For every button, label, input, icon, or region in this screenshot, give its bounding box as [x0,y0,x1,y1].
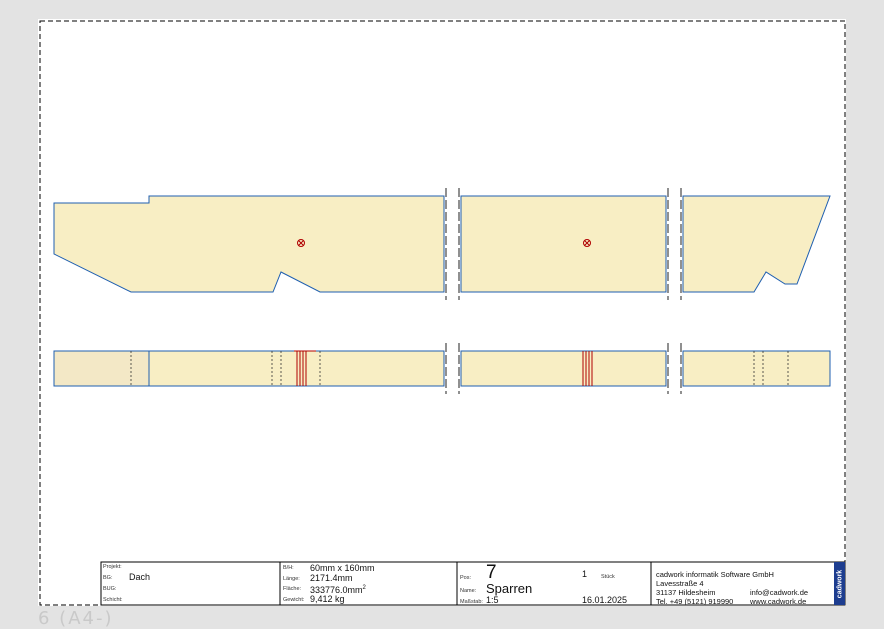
company-phone: Tel. +49 (5121) 919990 [656,597,734,606]
company-name: cadwork informatik Software GmbH [656,570,774,579]
pos-value: 7 [486,562,497,583]
elevation-segment-1 [53,195,445,293]
company-city: 31137 Hildesheim [656,588,716,597]
weight-value: 9,412 kg [310,594,345,604]
project-label: Projekt: [103,564,122,570]
plan-end-zone [53,350,150,387]
pos-label: Pos: [460,575,472,581]
date-value: 16.01.2025 [582,595,628,605]
bug-label: BUG: [103,586,117,592]
plan-segment-3 [682,350,831,387]
count-label: Stück [601,574,615,580]
company-street: Lavesstraße 4 [656,579,704,588]
company-email: info@cadwork.de [750,588,809,597]
area-label: Fläche: [283,586,302,592]
plan-segment-2 [460,350,667,387]
drawing-canvas [38,19,846,606]
count-value: 1 [582,569,588,579]
length-label: Länge: [283,576,300,582]
drawing-sheet: Projekt: BG: Dach BUG: Schicht: B/H: 60m… [0,0,884,629]
weight-label: Gewicht: [283,597,305,603]
rafter-plan-view [53,343,831,394]
elevation-segment-2 [460,195,667,293]
layer-label: Schicht: [103,597,123,603]
name-label: Name: [460,588,477,594]
length-value: 2171.4mm [310,573,353,583]
bg-label: BG: [103,575,113,581]
scale-label: Maßstab: [460,599,483,605]
cadwork-logo: cadwork [834,562,845,605]
part-name: Sparren [486,581,533,596]
dims-value: 60mm x 160mm [310,563,375,573]
bg-value: Dach [129,572,151,582]
company-web: www.cadwork.de [750,597,807,606]
rafter-elevation-view [53,188,831,300]
dims-label: B/H: [283,565,294,571]
paper [38,19,846,606]
scale-value: 1:5 [486,595,499,605]
